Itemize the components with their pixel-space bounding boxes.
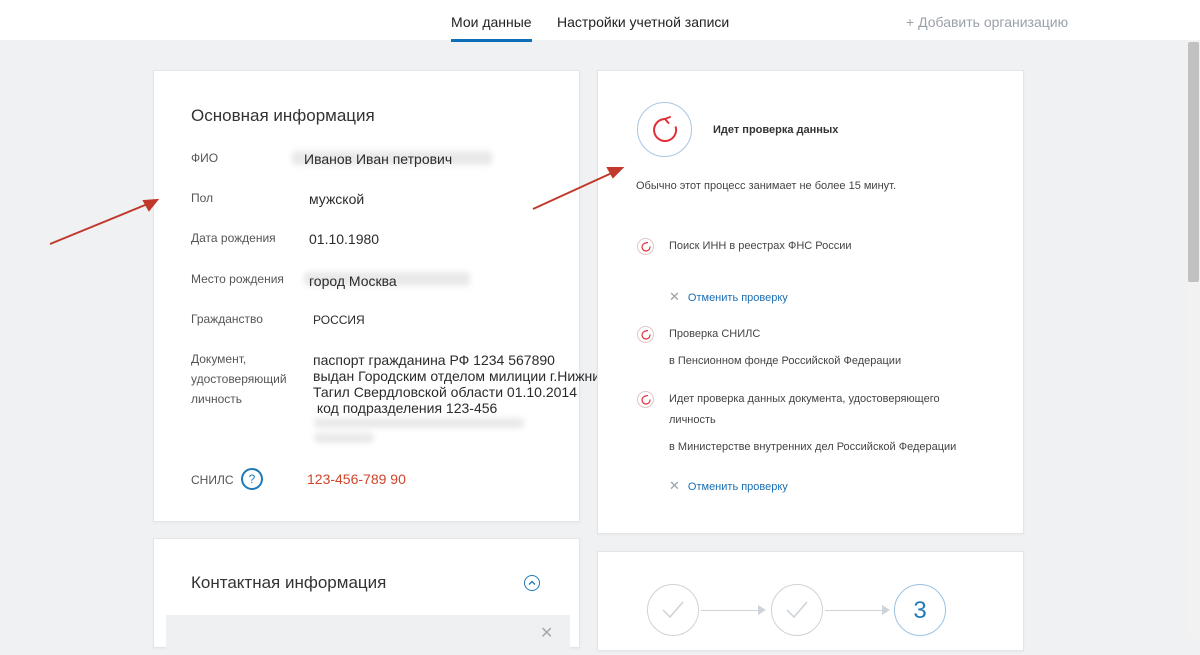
- verification-subtitle: Обычно этот процесс занимает не более 15…: [636, 180, 897, 192]
- field-label-birth-place: Место рождения: [191, 272, 284, 286]
- field-value-citizenship: РОССИЯ: [313, 313, 365, 327]
- step-done-checkmark-icon: [647, 584, 699, 636]
- top-navigation: Мои данные Настройки учетной записи + До…: [0, 0, 1200, 42]
- refresh-spinner-icon: [637, 238, 654, 255]
- check-item-document-2: личность: [669, 414, 716, 426]
- field-label-document-3: личность: [191, 392, 243, 406]
- refresh-spinner-icon: [637, 391, 654, 408]
- add-organization-link[interactable]: + Добавить организацию: [906, 14, 1068, 30]
- field-label-document-2: удостоверяющий: [191, 372, 287, 386]
- blurred-area: [314, 418, 524, 428]
- cancel-label: Отменить проверку: [687, 481, 788, 493]
- close-icon: ✕: [669, 478, 680, 493]
- field-value-document-line1: паспорт гражданина РФ 1234 567890: [313, 352, 555, 368]
- check-item-document-sub: в Министерстве внутренних дел Российской…: [669, 441, 957, 453]
- step-current: 3: [894, 584, 946, 636]
- scrollbar-thumb[interactable]: [1188, 42, 1199, 282]
- contact-info-title: Контактная информация: [191, 573, 387, 592]
- field-label-fio: ФИО: [191, 151, 219, 165]
- field-value-document-line2: выдан Городским отделом милиции г.Нижний: [313, 368, 608, 384]
- arrow-right-icon: [758, 605, 766, 615]
- field-label-snils: СНИЛС: [191, 473, 234, 487]
- cancel-check-document-button[interactable]: ✕ Отменить проверку: [669, 478, 788, 494]
- main-info-title: Основная информация: [191, 106, 375, 125]
- chevron-up-icon[interactable]: [524, 575, 540, 591]
- close-icon[interactable]: ✕: [540, 623, 553, 643]
- step-done-checkmark-icon: [771, 584, 823, 636]
- field-value-gender: мужской: [309, 191, 365, 207]
- field-label-birth-date: Дата рождения: [191, 231, 276, 245]
- refresh-spinner-icon: [637, 326, 654, 343]
- cancel-label: Отменить проверку: [687, 292, 788, 304]
- field-value-document-line3: Тагил Свердловской области 01.10.2014: [313, 384, 577, 400]
- field-value-birth-date: 01.10.1980: [309, 231, 380, 247]
- check-item-snils: Проверка СНИЛС: [669, 328, 761, 340]
- field-label-citizenship: Гражданство: [191, 312, 263, 326]
- field-label-gender: Пол: [191, 191, 214, 205]
- field-label-document-1: Документ,: [191, 352, 247, 366]
- tab-account-settings[interactable]: Настройки учетной записи: [557, 14, 729, 30]
- field-value-document-line4: код подразделения 123-456: [313, 400, 498, 416]
- cancel-check-inn-button[interactable]: ✕ Отменить проверку: [669, 289, 788, 305]
- main-info-card: Основная информация ФИО Иванов Иван петр…: [153, 70, 608, 522]
- step-connector: [825, 610, 883, 611]
- contact-info-card: Контактная информация ✕: [153, 538, 580, 655]
- close-icon: ✕: [669, 289, 680, 304]
- verification-card: Идет проверка данных Обычно этот процесс…: [597, 70, 1024, 534]
- field-value-fio: Иванов Иван петрович: [304, 151, 453, 167]
- blurred-area: [314, 433, 374, 443]
- check-item-snils-sub: в Пенсионном фонде Российской Федерации: [669, 355, 902, 367]
- help-icon[interactable]: ?: [241, 468, 263, 490]
- contact-field: [166, 615, 570, 655]
- refresh-spinner-icon: [637, 102, 692, 157]
- check-item-inn: Поиск ИНН в реестрах ФНС России: [669, 240, 852, 252]
- arrow-right-icon: [882, 605, 890, 615]
- field-value-snils: 123-456-789 90: [307, 471, 406, 487]
- steps-card: 3: [597, 551, 1024, 651]
- step-connector: [701, 610, 759, 611]
- check-item-document: Идет проверка данных документа, удостове…: [669, 393, 940, 405]
- field-value-birth-place: город Москва: [309, 273, 397, 289]
- verification-title: Идет проверка данных: [713, 124, 839, 136]
- step-current-number: 3: [913, 597, 927, 624]
- tab-my-data[interactable]: Мои данные: [451, 14, 532, 42]
